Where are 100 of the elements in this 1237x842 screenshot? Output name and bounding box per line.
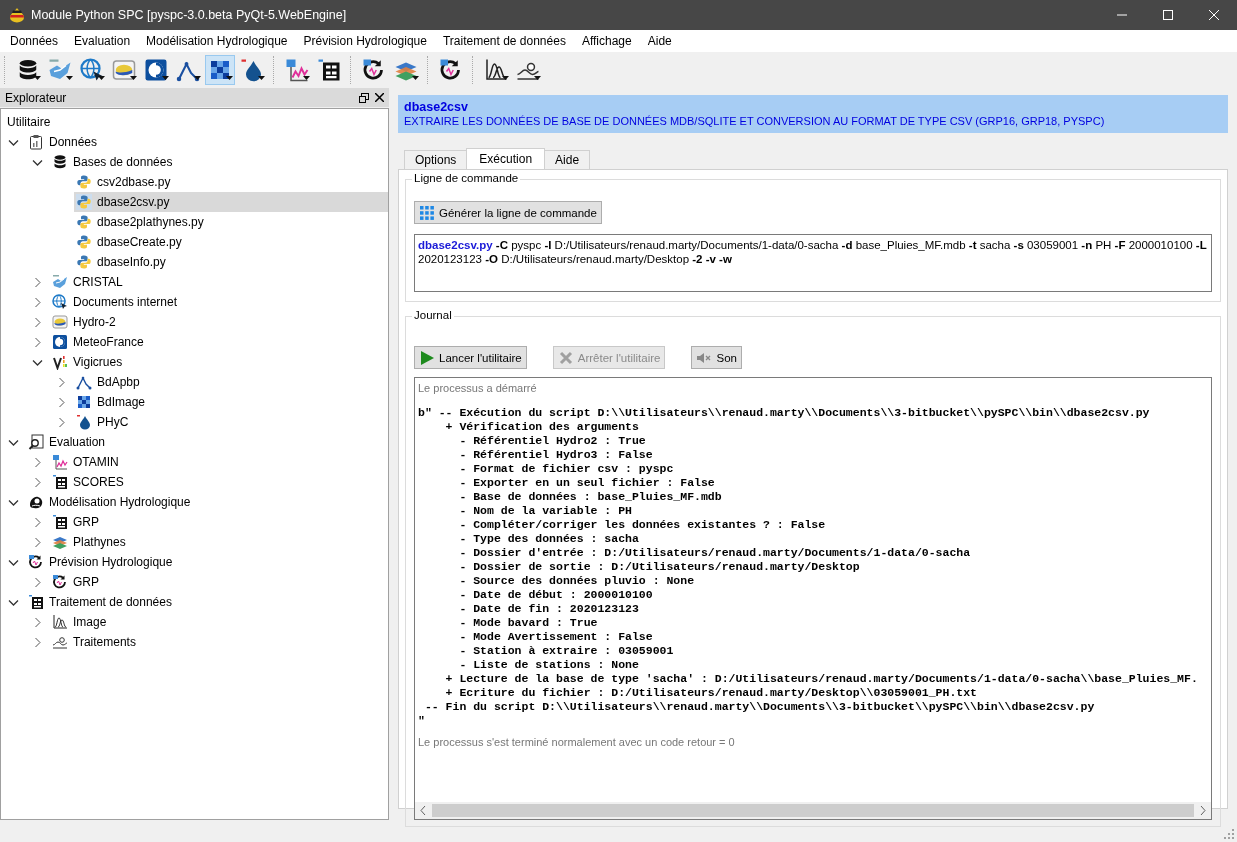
tree-item[interactable]: Traitements bbox=[50, 632, 388, 652]
tree-item[interactable]: Documents internet bbox=[50, 292, 388, 312]
menu-item[interactable]: Données bbox=[2, 31, 67, 51]
python-icon bbox=[76, 174, 92, 190]
log-line: + Lecture de la base de type 'sacha' : D:/Utilisateurs/renaud.marty/Documents/1-data/0-sacha\\base_Pluies_MF. bbox=[444, 672, 1199, 686]
cycle-icon bbox=[362, 57, 386, 82]
tree-item-label: Données bbox=[49, 135, 98, 149]
tree-item[interactable]: OTAMIN bbox=[50, 452, 388, 472]
tree-item-label: dbase2csv.py bbox=[97, 195, 170, 209]
scorecard-icon bbox=[52, 474, 68, 490]
tree-item-label: BdImage bbox=[97, 395, 146, 409]
meteo-icon bbox=[144, 57, 168, 82]
cycle-icon bbox=[28, 554, 44, 570]
log-line: + Ecriture du fichier : D:/Utilisateurs/renaud.marty/Desktop\\03059001_PH.txt bbox=[444, 686, 978, 700]
tree-item[interactable]: GRP bbox=[50, 512, 388, 532]
log-line: " bbox=[418, 714, 426, 728]
drop-icon bbox=[240, 57, 264, 82]
log-line: - Référentiel Hydro2 : True bbox=[458, 434, 647, 448]
tree-item-label: Prévision Hydrologique bbox=[49, 555, 173, 569]
tree-item[interactable]: Plathynes bbox=[50, 532, 388, 552]
log-line: - Mode bavard : True bbox=[458, 616, 599, 630]
graph-icon bbox=[76, 374, 92, 390]
tree-item[interactable]: dbaseCreate.py bbox=[74, 232, 388, 252]
layers-icon bbox=[52, 534, 68, 550]
tree-item[interactable]: PHyC bbox=[74, 412, 388, 432]
tree-item-label: Image bbox=[73, 615, 107, 629]
tree-item[interactable]: SCORES bbox=[50, 472, 388, 492]
tree-item-label: Evaluation bbox=[49, 435, 106, 449]
tab[interactable]: Aide bbox=[544, 150, 591, 169]
journal-button[interactable]: Lancer l'utilitaire bbox=[414, 346, 527, 369]
drop-icon bbox=[76, 414, 92, 430]
menu-item[interactable]: Prévision Hydrologique bbox=[295, 31, 435, 51]
log-status: Le processus a démarré bbox=[417, 381, 538, 396]
tree-item[interactable]: dbaseInfo.py bbox=[74, 252, 388, 272]
wave-icon bbox=[52, 634, 68, 650]
tree-item[interactable]: MeteoFrance bbox=[50, 332, 388, 352]
tree-item[interactable]: dbase2csv.py bbox=[74, 192, 388, 212]
tree-item[interactable]: Bases de données bbox=[50, 152, 388, 172]
map-icon bbox=[52, 274, 68, 290]
tree-item-label: GRP bbox=[73, 515, 99, 529]
log-line: - Format de fichier csv : pyspc bbox=[458, 462, 675, 476]
window-title: Module Python SPC [pyspc-3.0.beta PyQt-5.WebEngine] bbox=[31, 8, 348, 22]
tree-item[interactable]: Evaluation bbox=[26, 432, 388, 452]
scorecard-icon bbox=[317, 57, 341, 82]
log-line: - Dossier de sortie : D:/Utilisateurs/renaud.marty/Desktop bbox=[458, 560, 861, 574]
menu-item[interactable]: Modélisation Hydrologique bbox=[138, 31, 296, 51]
close-icon[interactable] bbox=[375, 93, 384, 102]
tree-item[interactable]: csv2dbase.py bbox=[74, 172, 388, 192]
horizontal-scrollbar[interactable] bbox=[415, 802, 1211, 819]
menu-item[interactable]: Traitement de données bbox=[434, 31, 574, 51]
menu-item[interactable]: Affichage bbox=[573, 31, 640, 51]
badge-icon bbox=[52, 314, 68, 330]
clipboard-icon bbox=[28, 134, 44, 150]
tree-item[interactable]: Hydro-2 bbox=[50, 312, 388, 332]
tree-item-label: dbase2plathynes.py bbox=[97, 215, 204, 229]
tree-item-label: Traitements bbox=[73, 635, 136, 649]
tree-item[interactable]: CRISTAL bbox=[50, 272, 388, 292]
log-line: - Compléter/corriger les données existantes ? : False bbox=[458, 518, 827, 532]
menu-item[interactable]: Aide bbox=[639, 31, 680, 51]
tab[interactable]: Exécution bbox=[466, 148, 546, 169]
tree-item[interactable]: Prévision Hydrologique bbox=[26, 552, 388, 572]
chart-icon bbox=[52, 454, 68, 470]
checker-icon bbox=[76, 394, 92, 410]
log-line: - Date de fin : 2020123123 bbox=[458, 602, 640, 616]
python-icon bbox=[76, 194, 92, 210]
tree-item-label: Documents internet bbox=[73, 295, 178, 309]
tree-item[interactable]: Modélisation Hydrologique bbox=[26, 492, 388, 512]
tree-item-label: MeteoFrance bbox=[73, 335, 144, 349]
meteo-icon bbox=[52, 334, 68, 350]
tree-item-label: SCORES bbox=[73, 475, 124, 489]
tab[interactable]: Options bbox=[404, 150, 468, 169]
float-icon[interactable] bbox=[359, 92, 369, 103]
generate-button[interactable]: Générer la ligne de commande bbox=[414, 201, 602, 224]
resize-grip-icon[interactable] bbox=[1224, 829, 1235, 840]
log-line: - Nom de la variable : PH bbox=[458, 504, 633, 518]
tree-item[interactable]: dbase2plathynes.py bbox=[74, 212, 388, 232]
tree-item[interactable]: BdApbp bbox=[74, 372, 388, 392]
menu-item[interactable]: Evaluation bbox=[66, 31, 139, 51]
play-icon bbox=[419, 349, 435, 366]
database-icon bbox=[52, 154, 68, 170]
stop-icon bbox=[557, 349, 574, 366]
tree-item-label: Plathynes bbox=[73, 535, 126, 549]
curves-icon bbox=[484, 57, 508, 82]
tree-item[interactable]: BdImage bbox=[74, 392, 388, 412]
cycle-icon bbox=[439, 57, 463, 82]
toolbar-button[interactable] bbox=[205, 54, 235, 85]
tree-item-label: Traitement de données bbox=[49, 595, 172, 609]
scorecard-icon bbox=[52, 514, 68, 530]
tree-root-label: Utilitaire bbox=[6, 114, 51, 131]
tree-item[interactable]: Données bbox=[26, 132, 388, 152]
curves-icon bbox=[52, 614, 68, 630]
app-logo-icon bbox=[9, 7, 25, 23]
log-line: - Exporter en un seul fichier : False bbox=[458, 476, 716, 490]
tool-name: dbase2csv bbox=[404, 100, 469, 114]
tree-item[interactable]: Image bbox=[50, 612, 388, 632]
tree-item[interactable]: Traitement de données bbox=[26, 592, 388, 612]
journal-button[interactable]: Son bbox=[691, 346, 742, 369]
tree-item[interactable]: Vigicrues bbox=[50, 352, 388, 372]
blob-icon bbox=[28, 494, 44, 510]
tree-item[interactable]: GRP bbox=[50, 572, 388, 592]
